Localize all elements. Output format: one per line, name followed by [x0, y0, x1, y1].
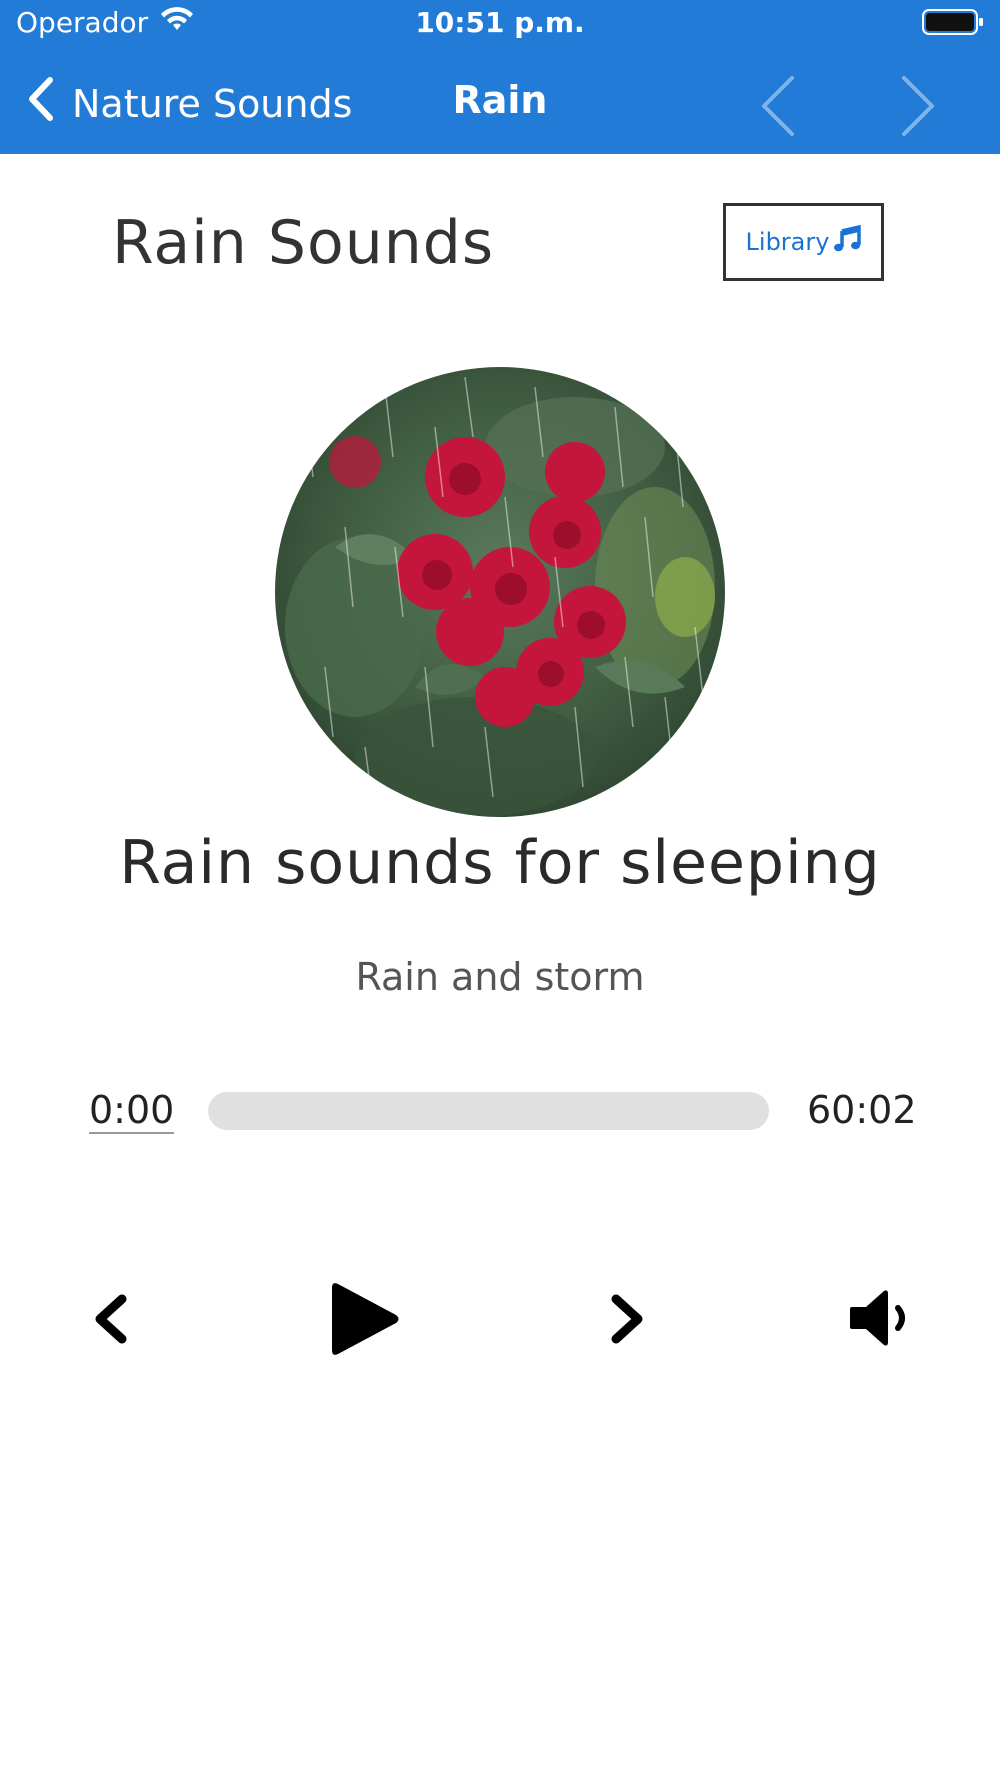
track-subtitle: Rain and storm [355, 955, 645, 999]
previous-button[interactable] [80, 1290, 140, 1352]
play-icon [328, 1278, 402, 1364]
play-button[interactable] [325, 1278, 405, 1364]
progress-slider[interactable] [208, 1092, 769, 1130]
battery-icon [922, 8, 984, 36]
previous-icon [90, 1293, 130, 1349]
music-note-icon [833, 224, 862, 259]
chevron-left-icon [758, 76, 798, 142]
volume-button[interactable] [846, 1287, 916, 1353]
track-artwork [275, 367, 725, 817]
next-page-button[interactable] [898, 74, 938, 142]
chevron-right-icon [898, 76, 938, 142]
page-title: Rain Sounds [112, 208, 495, 278]
library-label: Library [745, 228, 830, 256]
next-icon [608, 1293, 648, 1349]
nav-title: Rain [452, 78, 548, 122]
status-time: 10:51 p.m. [415, 6, 585, 39]
nav-bar: Nature Sounds Rain [0, 58, 1000, 154]
track-title: Rain sounds for sleeping [119, 828, 881, 898]
current-time: 0:00 [89, 1088, 175, 1134]
library-button[interactable]: Library [723, 203, 884, 281]
next-button[interactable] [598, 1290, 658, 1352]
total-time: 60:02 [807, 1088, 917, 1132]
volume-icon [848, 1287, 914, 1353]
top-bar: Operador 10:51 p.m. Nature Sounds Rain [0, 0, 1000, 154]
prev-page-button[interactable] [758, 74, 798, 142]
